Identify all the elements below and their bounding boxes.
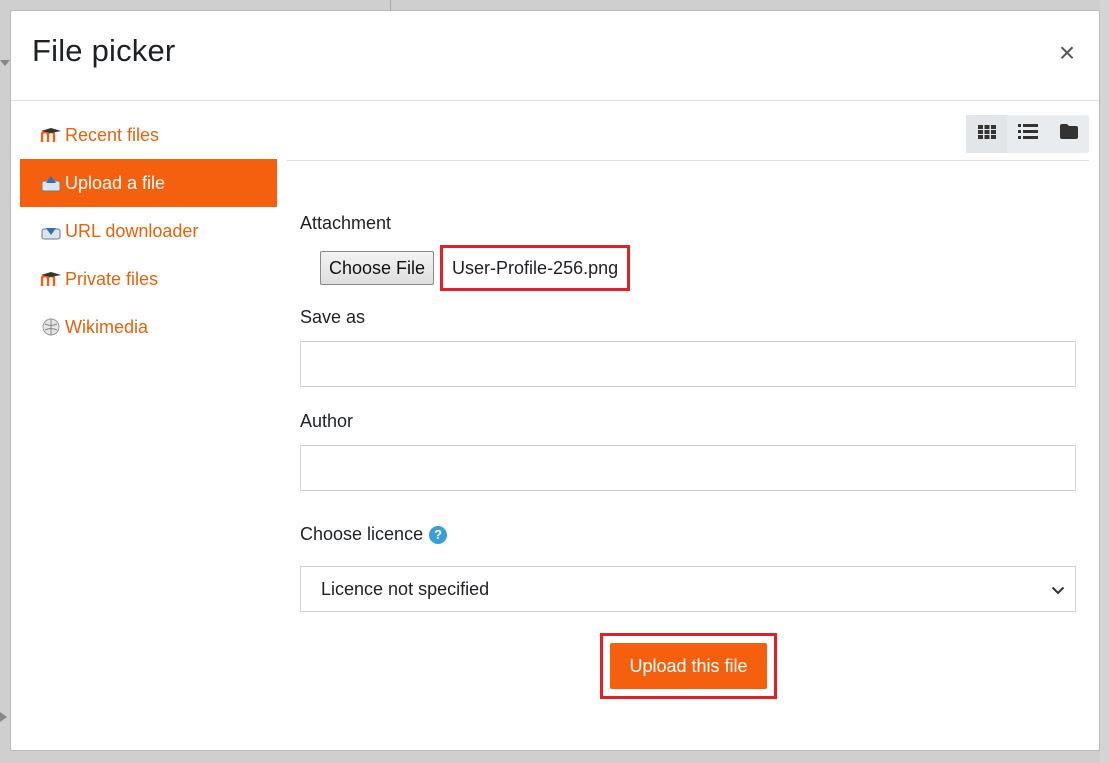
- save-as-label: Save as: [300, 307, 366, 327]
- view-toolbar: [287, 111, 1089, 161]
- moodle-icon: [40, 125, 62, 145]
- sidebar-item-private-files[interactable]: Private files: [20, 255, 277, 303]
- sidebar-item-upload-a-file[interactable]: Upload a file: [20, 159, 277, 207]
- upload-form: Attachment Choose File User-Profile-256.…: [300, 213, 1076, 612]
- chevron-down-icon: [1051, 579, 1065, 600]
- grid-view-button[interactable]: [966, 115, 1007, 153]
- sidebar-item-label: Recent files: [65, 124, 160, 145]
- upload-button-highlight: Upload this file: [600, 633, 777, 699]
- view-switcher: [966, 115, 1089, 153]
- licence-selected-value: Licence not specified: [321, 578, 490, 599]
- sidebar-item-recent-files[interactable]: Recent files: [20, 111, 277, 159]
- licence-label-row: Choose licence ?: [300, 524, 1076, 545]
- author-input[interactable]: [300, 445, 1076, 491]
- save-as-input[interactable]: [300, 341, 1076, 387]
- attachment-label: Attachment: [300, 213, 392, 233]
- backdrop-right-edge: [1100, 0, 1109, 763]
- sidebar-item-url-downloader[interactable]: URL downloader: [20, 207, 277, 255]
- dialog-header: File picker ×: [11, 11, 1099, 101]
- help-icon[interactable]: ?: [429, 525, 448, 544]
- close-button[interactable]: ×: [1055, 39, 1079, 67]
- upload-icon: [40, 173, 62, 193]
- sidebar-item-label: Private files: [65, 268, 159, 289]
- list-view-icon: [1017, 124, 1038, 144]
- chosen-file-name: User-Profile-256.png: [440, 245, 631, 291]
- licence-label: Choose licence: [300, 524, 424, 544]
- sidebar-item-label: URL downloader: [65, 220, 199, 241]
- repository-sidebar: Recent files Upload a file URL downloade…: [20, 111, 277, 351]
- moodle-icon: [40, 269, 62, 289]
- download-icon: [40, 221, 62, 241]
- backdrop-fragment: [390, 0, 450, 10]
- grid-view-icon: [977, 124, 996, 144]
- sidebar-item-wikimedia[interactable]: Wikimedia: [20, 303, 277, 351]
- globe-icon: [40, 317, 62, 337]
- folder-view-button[interactable]: [1048, 115, 1089, 153]
- licence-select[interactable]: Licence not specified: [300, 566, 1076, 612]
- sidebar-item-label: Upload a file: [65, 172, 166, 193]
- author-label: Author: [300, 411, 354, 431]
- caret-right-icon: [0, 712, 7, 722]
- caret-down-icon: [0, 60, 10, 66]
- folder-view-icon: [1059, 124, 1078, 144]
- upload-this-file-button[interactable]: Upload this file: [610, 643, 767, 689]
- dialog-title: File picker: [32, 33, 176, 68]
- sidebar-item-label: Wikimedia: [65, 316, 149, 337]
- list-view-button[interactable]: [1007, 115, 1048, 153]
- attachment-row: Choose File User-Profile-256.png: [320, 245, 1076, 291]
- choose-file-button[interactable]: Choose File: [320, 251, 435, 285]
